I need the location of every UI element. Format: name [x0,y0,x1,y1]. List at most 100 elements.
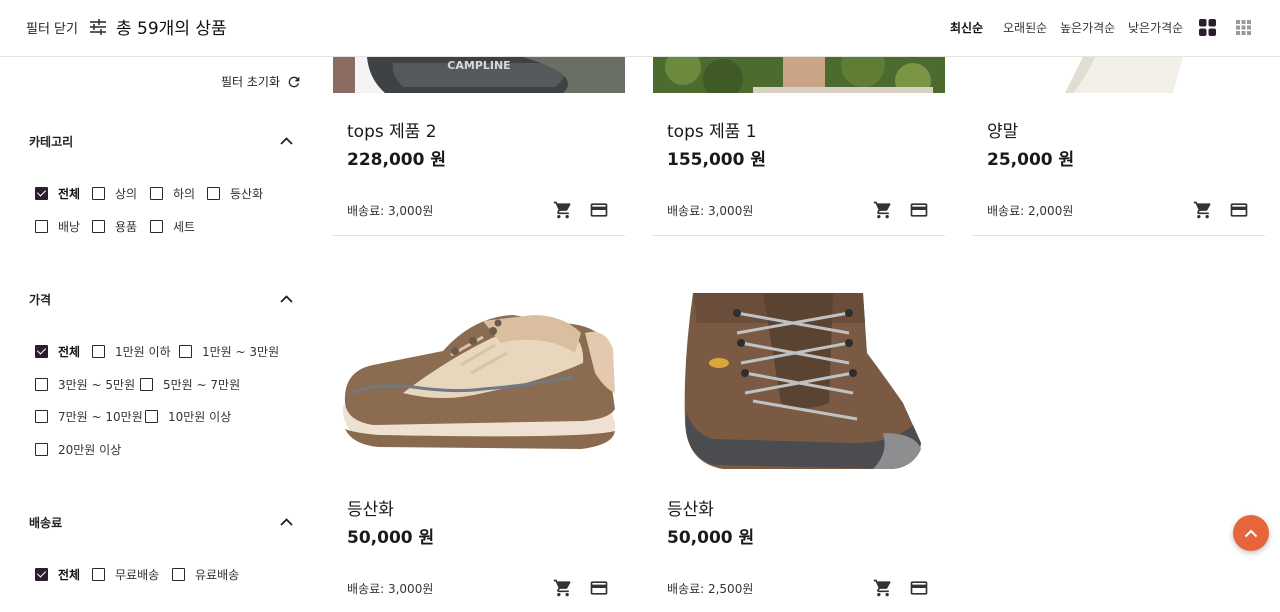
shipping-option-paid[interactable]: 유료배송 [172,566,239,583]
sock-image[interactable] [973,57,1265,93]
option-label: 3만원 ~ 5만원 [58,378,136,392]
product-price: 50,000 원 [347,528,435,548]
product-name[interactable]: 등산화 [667,495,714,520]
shipping-option-all[interactable]: 전체 [35,566,80,583]
product-name[interactable]: 양말 [987,117,1018,142]
product-card[interactable]: 양말 25,000 원 배송료: 2,000원 [973,57,1265,237]
price-section-title: 가격 [29,293,52,307]
option-label: 세트 [173,220,196,234]
beige-hiking-shoe-image[interactable] [333,293,625,471]
cart-icon[interactable] [873,200,893,220]
price-option-10k-30k[interactable]: 1만원 ~ 3만원 [179,343,279,360]
price-option-over-100k[interactable]: 10만원 이상 [145,408,231,425]
checkbox[interactable] [92,345,105,358]
category-option-all[interactable]: 전체 [35,185,80,202]
sort-newest[interactable]: 최신순 [950,19,983,36]
product-name[interactable]: tops 제품 1 [667,117,757,142]
checkbox[interactable] [92,187,105,200]
reset-filter-label: 필터 초기화 [221,75,281,89]
price-option-50k-70k[interactable]: 5만원 ~ 7만원 [140,376,240,393]
checkbox[interactable] [35,345,48,358]
grid-large-icon[interactable] [1199,19,1216,36]
grid-small-icon[interactable] [1236,20,1251,35]
cart-icon[interactable] [873,578,893,598]
checkbox[interactable] [140,378,153,391]
product-card[interactable]: 등산화 50,000 원 배송료: 2,500원 [653,293,945,612]
product-name[interactable]: tops 제품 2 [347,117,437,142]
option-label: 1만원 이하 [115,345,171,359]
checkbox[interactable] [179,345,192,358]
checkbox[interactable] [172,568,185,581]
sort-price-low[interactable]: 낮은가격순 [1128,19,1183,36]
checkbox[interactable] [35,220,48,233]
product-card[interactable]: tops 제품 1 155,000 원 배송료: 3,000원 [653,57,945,237]
category-option-set[interactable]: 세트 [150,218,195,235]
cart-icon[interactable] [553,578,573,598]
chevron-up-icon [1244,529,1258,537]
scroll-to-top-button[interactable] [1233,515,1269,551]
category-section-title: 카테고리 [29,135,74,149]
shipping-fee: 배송료: 2,500원 [667,582,754,596]
product-price: 155,000 원 [667,150,766,170]
product-total-count: 총 59개의 상품 [116,19,227,39]
checkbox[interactable] [35,187,48,200]
reset-filter-button[interactable]: 필터 초기화 [221,73,302,90]
hiking-shoe-image[interactable]: CAMPLINE [333,57,625,93]
category-option-top[interactable]: 상의 [92,185,137,202]
option-label: 전체 [58,187,81,201]
brown-hiking-boot-image[interactable] [653,293,945,471]
product-name[interactable]: 등산화 [347,495,394,520]
chevron-up-icon[interactable] [280,295,293,303]
option-label: 상의 [115,187,138,201]
credit-card-icon[interactable] [1229,200,1249,220]
filter-sliders-icon[interactable] [88,17,108,37]
credit-card-icon[interactable] [589,200,609,220]
outdoor-photo-image[interactable] [653,57,945,93]
product-card[interactable]: CAMPLINE tops 제품 2 228,000 원 배송료: 3,000원 [333,57,625,237]
shipping-option-free[interactable]: 무료배송 [92,566,159,583]
checkbox[interactable] [92,220,105,233]
category-option-bottom[interactable]: 하의 [150,185,195,202]
shipping-fee: 배송료: 3,000원 [347,204,434,218]
checkbox[interactable] [92,568,105,581]
option-label: 전체 [58,568,81,582]
chevron-up-icon[interactable] [280,137,293,145]
checkbox[interactable] [35,568,48,581]
checkbox[interactable] [35,443,48,456]
option-label: 5만원 ~ 7만원 [163,378,241,392]
card-divider [653,235,945,236]
option-label: 배낭 [58,220,81,234]
checkbox[interactable] [150,187,163,200]
shipping-fee: 배송료: 3,000원 [667,204,754,218]
card-divider [973,235,1265,236]
shipping-fee: 배송료: 2,000원 [987,204,1074,218]
option-label: 유료배송 [195,568,240,582]
close-filter-button[interactable]: 필터 닫기 [26,18,78,37]
sort-price-high[interactable]: 높은가격순 [1060,19,1115,36]
chevron-up-icon[interactable] [280,518,293,526]
sort-oldest[interactable]: 오래된순 [1003,19,1047,36]
price-option-30k-50k[interactable]: 3만원 ~ 5만원 [35,376,135,393]
checkbox[interactable] [145,410,158,423]
price-option-over-200k[interactable]: 20만원 이상 [35,441,121,458]
credit-card-icon[interactable] [909,578,929,598]
price-option-70k-100k[interactable]: 7만원 ~ 10만원 [35,408,143,425]
option-label: 10만원 이상 [168,410,232,424]
checkbox[interactable] [150,220,163,233]
price-option-all[interactable]: 전체 [35,343,80,360]
option-label: 전체 [58,345,81,359]
option-label: 20만원 이상 [58,443,122,457]
checkbox[interactable] [207,187,220,200]
credit-card-icon[interactable] [909,200,929,220]
checkbox[interactable] [35,410,48,423]
cart-icon[interactable] [1193,200,1213,220]
shipping-section-title: 배송료 [29,516,63,530]
cart-icon[interactable] [553,200,573,220]
checkbox[interactable] [35,378,48,391]
product-card[interactable]: 등산화 50,000 원 배송료: 3,000원 [333,293,625,612]
credit-card-icon[interactable] [589,578,609,598]
price-option-under-10k[interactable]: 1만원 이하 [92,343,171,360]
category-option-goods[interactable]: 용품 [92,218,137,235]
category-option-backpack[interactable]: 배낭 [35,218,80,235]
category-option-hiking-shoes[interactable]: 등산화 [207,185,263,202]
